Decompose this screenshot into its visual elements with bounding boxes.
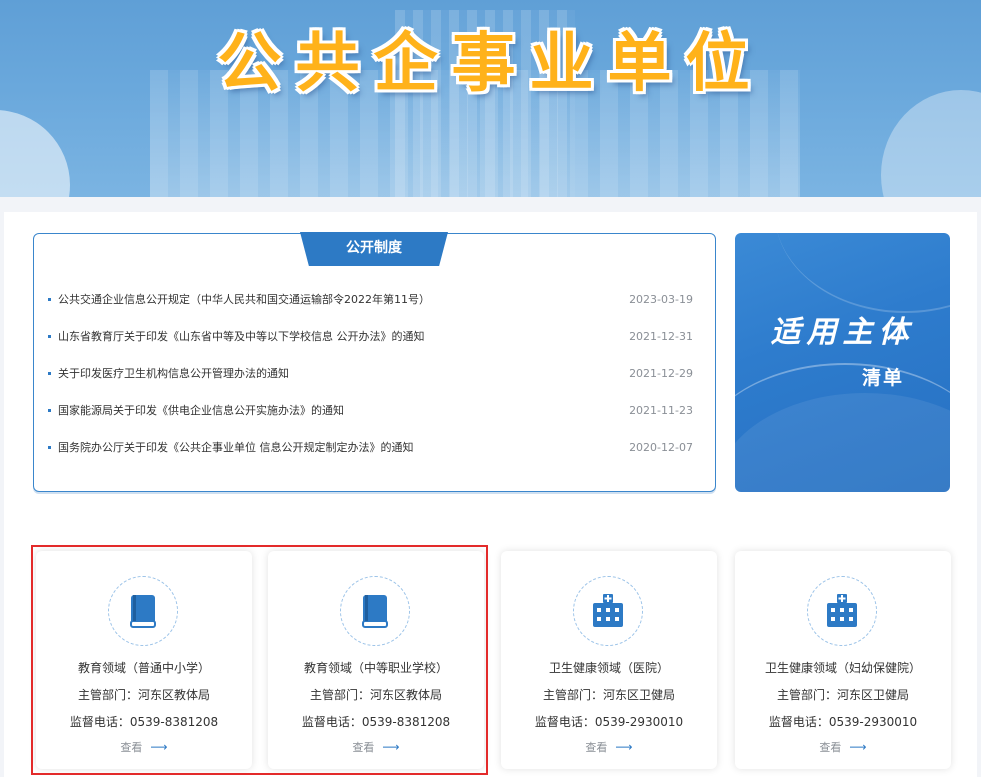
domain-card-maternal-child-hospital[interactable]: 卫生健康领域（妇幼保健院） 主管部门：河东区卫健局 监督电话：0539-2930…: [735, 551, 951, 769]
side-card-title: 适用主体: [770, 315, 915, 350]
bullet-icon: [48, 298, 51, 301]
card-phone: 监督电话：0539-8381208: [69, 715, 219, 729]
notice-item-date: 2021-11-23: [629, 404, 693, 417]
banner: 公共企事业单位: [0, 0, 981, 197]
side-card-subtitle: 清单: [862, 367, 905, 389]
view-more-label[interactable]: 查看: [819, 741, 841, 754]
notice-item[interactable]: 国务院办公厅关于印发《公共企事业单位 信息公开规定制定办法》的通知 2020-1…: [48, 438, 693, 475]
domain-card-general-school[interactable]: 教育领域（普通中小学） 主管部门：河东区教体局 监督电话：0539-838120…: [36, 551, 252, 769]
book-icon: [108, 576, 178, 646]
view-more-link[interactable]: 查看 ⟶: [735, 739, 951, 755]
card-department: 主管部门：河东区教体局: [309, 688, 442, 702]
view-more-link[interactable]: 查看 ⟶: [36, 739, 252, 755]
view-more-label[interactable]: 查看: [585, 741, 607, 754]
notice-tab-title: 公开制度: [300, 232, 448, 266]
arrow-right-icon: ⟶: [150, 740, 168, 754]
notice-item-date: 2023-03-19: [629, 293, 693, 306]
notice-item[interactable]: 山东省教育厅关于印发《山东省中等及中等以下学校信息 公开办法》的通知 2021-…: [48, 327, 693, 364]
applicable-entities-card[interactable]: 适用主体 清单: [735, 233, 950, 492]
card-phone: 监督电话：0539-2930010: [768, 715, 918, 729]
notice-item-date: 2021-12-29: [629, 367, 693, 380]
notice-item[interactable]: 公共交通企业信息公开规定（中华人民共和国交通运输部令2022年第11号） 202…: [48, 290, 693, 327]
decor-wave: [735, 363, 950, 492]
card-domain-name: 教育领域（普通中小学）: [77, 661, 210, 675]
notice-item-date: 2020-12-07: [629, 441, 693, 454]
view-more-link[interactable]: 查看 ⟶: [501, 739, 717, 755]
card-domain-name: 教育领域（中等职业学校）: [303, 661, 448, 675]
card-domain-name: 卫生健康领域（妇幼保健院）: [764, 661, 921, 675]
notice-item[interactable]: 关于印发医疗卫生机构信息公开管理办法的通知 2021-12-29: [48, 364, 693, 401]
arrow-right-icon: ⟶: [382, 740, 400, 754]
notice-item-title[interactable]: 山东省教育厅关于印发《山东省中等及中等以下学校信息 公开办法》的通知: [58, 330, 425, 343]
policy-notice-box: 公开制度 公共交通企业信息公开规定（中华人民共和国交通运输部令2022年第11号…: [33, 232, 716, 492]
domain-card-vocational-school[interactable]: 教育领域（中等职业学校） 主管部门：河东区教体局 监督电话：0539-83812…: [268, 551, 484, 769]
decor-wave: [775, 233, 950, 313]
domain-card-hospital[interactable]: 卫生健康领域（医院） 主管部门：河东区卫健局 监督电话：0539-2930010…: [501, 551, 717, 769]
book-icon: [340, 576, 410, 646]
banner-decor-left: [0, 110, 70, 197]
card-phone: 监督电话：0539-2930010: [534, 715, 684, 729]
bullet-icon: [48, 335, 51, 338]
card-domain-name: 卫生健康领域（医院）: [548, 661, 669, 675]
arrow-right-icon: ⟶: [849, 740, 867, 754]
bullet-icon: [48, 409, 51, 412]
card-department: 主管部门：河东区卫健局: [542, 688, 675, 702]
arrow-right-icon: ⟶: [615, 740, 633, 754]
main-content: 公开制度 公共交通企业信息公开规定（中华人民共和国交通运输部令2022年第11号…: [4, 212, 977, 777]
view-more-label[interactable]: 查看: [120, 741, 142, 754]
bullet-icon: [48, 372, 51, 375]
hospital-icon: [807, 576, 877, 646]
notice-item-title[interactable]: 国务院办公厅关于印发《公共企事业单位 信息公开规定制定办法》的通知: [58, 441, 414, 454]
notice-item[interactable]: 国家能源局关于印发《供电企业信息公开实施办法》的通知 2021-11-23: [48, 401, 693, 438]
hospital-icon: [573, 576, 643, 646]
notice-item-title[interactable]: 公共交通企业信息公开规定（中华人民共和国交通运输部令2022年第11号）: [58, 293, 430, 306]
banner-title: 公共企事业单位: [217, 26, 764, 101]
banner-decor-right: [881, 90, 981, 197]
view-more-link[interactable]: 查看 ⟶: [268, 739, 484, 755]
card-department: 主管部门：河东区卫健局: [776, 688, 909, 702]
notice-item-title[interactable]: 关于印发医疗卫生机构信息公开管理办法的通知: [58, 367, 289, 380]
bullet-icon: [48, 446, 51, 449]
notice-item-date: 2021-12-31: [629, 330, 693, 343]
notice-list: 公共交通企业信息公开规定（中华人民共和国交通运输部令2022年第11号） 202…: [48, 290, 693, 475]
card-department: 主管部门：河东区教体局: [77, 688, 210, 702]
notice-item-title[interactable]: 国家能源局关于印发《供电企业信息公开实施办法》的通知: [58, 404, 344, 417]
card-phone: 监督电话：0539-8381208: [301, 715, 451, 729]
view-more-label[interactable]: 查看: [352, 741, 374, 754]
